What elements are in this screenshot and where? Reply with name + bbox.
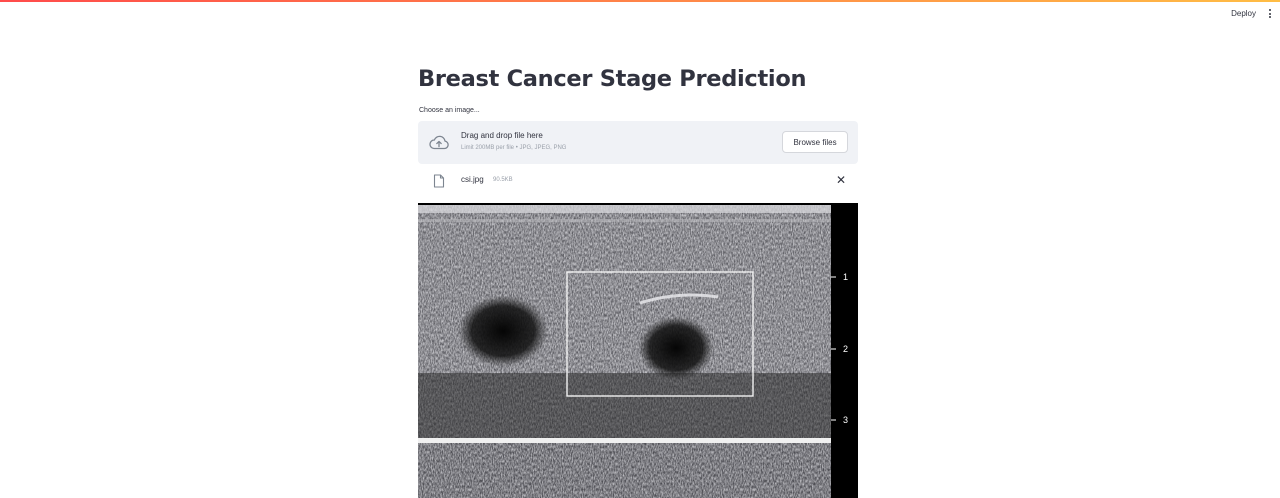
deploy-button[interactable]: Deploy — [1231, 9, 1256, 18]
file-name: csi.jpg — [461, 175, 484, 184]
cloud-upload-icon — [429, 135, 449, 150]
ultrasound-scan-graphic: 1 2 3 — [418, 203, 858, 498]
browse-files-button[interactable]: Browse files — [782, 131, 848, 153]
depth-mark-2: 2 — [843, 344, 848, 354]
ultrasound-image: 1 2 3 — [418, 203, 858, 498]
more-vertical-icon[interactable] — [1268, 9, 1272, 18]
depth-mark-3: 3 — [843, 415, 848, 425]
header-toolbar: Deploy — [1231, 9, 1272, 18]
file-dropzone[interactable]: Drag and drop file here Limit 200MB per … — [418, 121, 858, 164]
file-size: 90.5KB — [493, 177, 513, 183]
dropzone-limit-text: Limit 200MB per file • JPG, JPEG, PNG — [461, 145, 567, 151]
depth-mark-1: 1 — [843, 272, 848, 282]
uploader-label: Choose an image... — [419, 107, 480, 114]
dropzone-main-text: Drag and drop file here — [461, 131, 543, 140]
uploaded-file-row: csi.jpg 90.5KB ✕ — [418, 171, 858, 191]
close-icon[interactable]: ✕ — [836, 174, 848, 186]
top-decoration-bar — [0, 0, 1280, 2]
dropzone-instructions: Drag and drop file here Limit 200MB per … — [461, 131, 566, 151]
page-title: Breast Cancer Stage Prediction — [418, 66, 807, 92]
file-icon — [433, 174, 445, 188]
